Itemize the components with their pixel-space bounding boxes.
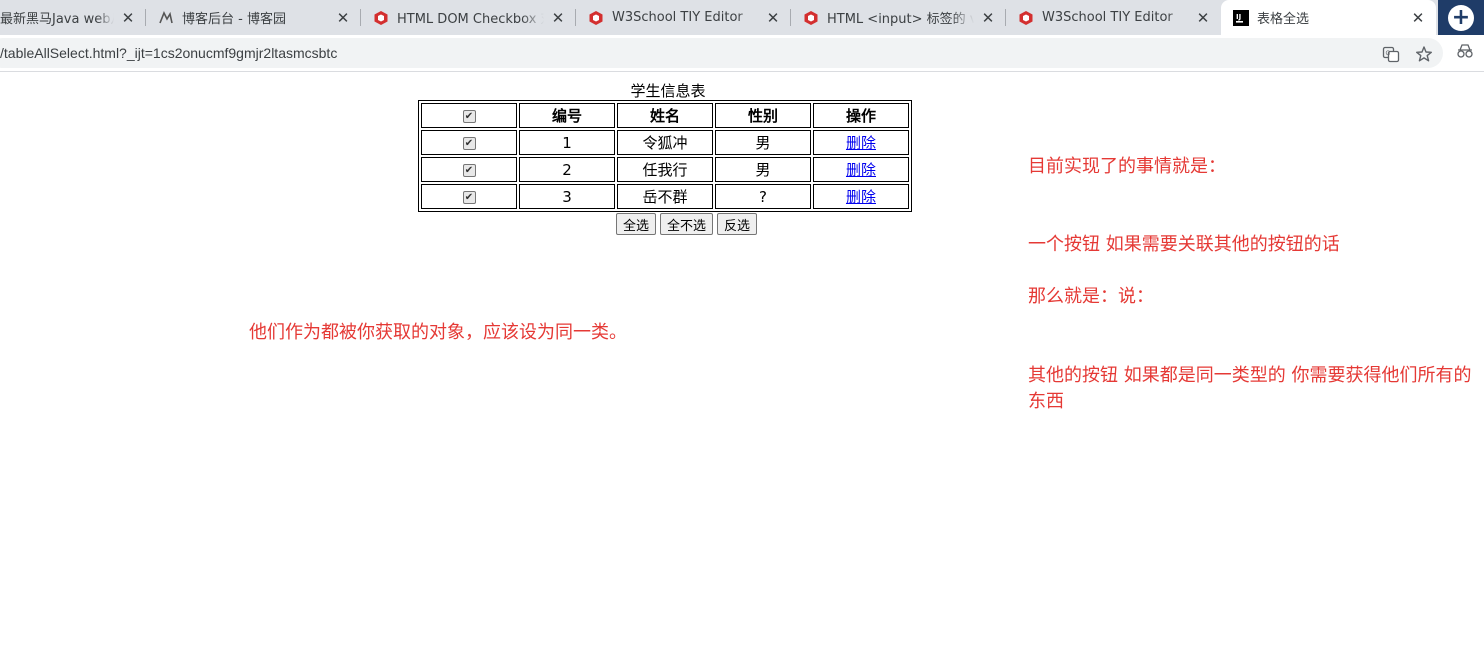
- table-row: ✔ 2 任我行 男 删除: [421, 157, 909, 182]
- incognito-icon[interactable]: [1456, 42, 1474, 60]
- cell-id: 3: [519, 184, 615, 209]
- student-table: ✔ 编号 姓名 性别 操作 ✔ 1 令狐冲 男 删除 ✔ 2 任我行 男 删除 …: [418, 100, 912, 212]
- cell-id: 1: [519, 130, 615, 155]
- table-header-row: ✔ 编号 姓名 性别 操作: [421, 103, 909, 128]
- note-right-2: 一个按钮 如果需要关联其他的按钮的话: [1028, 234, 1340, 255]
- tab-3[interactable]: HTML DOM Checkbox 对象 ✕: [361, 0, 576, 35]
- close-icon[interactable]: ✕: [1195, 9, 1211, 27]
- w3school-icon: [803, 10, 819, 26]
- cell-action: 删除: [813, 157, 909, 182]
- close-icon[interactable]: ✕: [335, 9, 351, 27]
- select-all-checkbox[interactable]: ✔: [462, 109, 476, 123]
- delete-link[interactable]: 删除: [846, 134, 876, 152]
- w3school-icon: [373, 10, 389, 26]
- tab-title: W3School TIY Editor: [1042, 10, 1173, 25]
- header-gender: 性别: [715, 103, 811, 128]
- tab-title: HTML <input> 标签的 value 属性: [827, 12, 974, 27]
- select-all-button[interactable]: 全选: [616, 213, 657, 235]
- intellij-icon: IJ: [1233, 9, 1249, 26]
- delete-link[interactable]: 删除: [846, 161, 876, 179]
- cell-name: 任我行: [617, 157, 713, 182]
- svg-text:IJ: IJ: [1236, 13, 1241, 21]
- address-bar: /tableAllSelect.html?_ijt=1cs2onucmf9gmj…: [0, 35, 1484, 72]
- close-icon[interactable]: ✕: [765, 9, 781, 27]
- cell-name: 令狐冲: [617, 130, 713, 155]
- header-name: 姓名: [617, 103, 713, 128]
- table-row: ✔ 3 岳不群 ? 删除: [421, 184, 909, 209]
- plus-icon: +: [1448, 4, 1474, 31]
- row-checkbox[interactable]: ✔: [462, 136, 476, 150]
- note-right-1: 目前实现了的事情就是：: [1028, 156, 1226, 177]
- svg-text:G: G: [1386, 50, 1391, 57]
- close-icon[interactable]: ✕: [120, 9, 136, 27]
- row-checkbox-cell: ✔: [421, 157, 517, 182]
- tab-title: 博客后台 - 博客园: [182, 12, 286, 27]
- cnblogs-icon: [158, 10, 174, 26]
- header-checkbox-cell: ✔: [421, 103, 517, 128]
- close-icon[interactable]: ✕: [980, 9, 996, 27]
- bookmark-star-icon[interactable]: [1415, 45, 1433, 63]
- tab-5[interactable]: HTML <input> 标签的 value 属性 ✕: [791, 0, 1006, 35]
- cell-action: 删除: [813, 184, 909, 209]
- close-icon[interactable]: ✕: [1410, 9, 1426, 27]
- tab-title: HTML DOM Checkbox 对象: [397, 12, 544, 27]
- w3school-icon: [588, 10, 604, 26]
- translate-icon[interactable]: G: [1382, 45, 1400, 63]
- select-none-button[interactable]: 全不选: [660, 213, 714, 235]
- header-action: 操作: [813, 103, 909, 128]
- row-checkbox-cell: ✔: [421, 184, 517, 209]
- url-text[interactable]: /tableAllSelect.html?_ijt=1cs2onucmf9gmj…: [0, 45, 337, 61]
- tab-1[interactable]: 最新黑马Java web从入门到精通 ✕: [0, 0, 146, 35]
- cell-id: 2: [519, 157, 615, 182]
- cell-gender: ?: [715, 184, 811, 209]
- tab-6[interactable]: W3School TIY Editor ✕: [1006, 0, 1221, 35]
- row-checkbox[interactable]: ✔: [462, 163, 476, 177]
- tab-7-active[interactable]: IJ 表格全选 ✕: [1221, 0, 1436, 35]
- cell-action: 删除: [813, 130, 909, 155]
- cell-name: 岳不群: [617, 184, 713, 209]
- new-tab-button[interactable]: +: [1438, 0, 1484, 35]
- invert-selection-button[interactable]: 反选: [717, 213, 758, 235]
- delete-link[interactable]: 删除: [846, 188, 876, 206]
- omnibox[interactable]: /tableAllSelect.html?_ijt=1cs2onucmf9gmj…: [0, 38, 1443, 68]
- table-caption: 学生信息表: [630, 82, 706, 100]
- note-right-4: 其他的按钮 如果都是同一类型的 你需要获得他们所有的东西: [1028, 365, 1472, 412]
- row-checkbox-cell: ✔: [421, 130, 517, 155]
- cell-gender: 男: [715, 130, 811, 155]
- tab-title: 最新黑马Java web从入门到精通: [0, 12, 114, 27]
- w3school-icon: [1018, 10, 1034, 26]
- header-id: 编号: [519, 103, 615, 128]
- table-row: ✔ 1 令狐冲 男 删除: [421, 130, 909, 155]
- cell-gender: 男: [715, 157, 811, 182]
- row-checkbox[interactable]: ✔: [462, 190, 476, 204]
- tab-strip: 最新黑马Java web从入门到精通 ✕ 博客后台 - 博客园 ✕ HTML D…: [0, 0, 1484, 35]
- close-icon[interactable]: ✕: [550, 9, 566, 27]
- tab-2[interactable]: 博客后台 - 博客园 ✕: [146, 0, 361, 35]
- tab-title: W3School TIY Editor: [612, 10, 743, 25]
- note-left: 他们作为都被你获取的对象，应该设为同一类。: [249, 322, 627, 343]
- button-group: 全选 全不选 反选: [616, 213, 758, 235]
- tab-4[interactable]: W3School TIY Editor ✕: [576, 0, 791, 35]
- note-right-3: 那么就是：说：: [1028, 286, 1154, 307]
- tab-title: 表格全选: [1257, 12, 1310, 27]
